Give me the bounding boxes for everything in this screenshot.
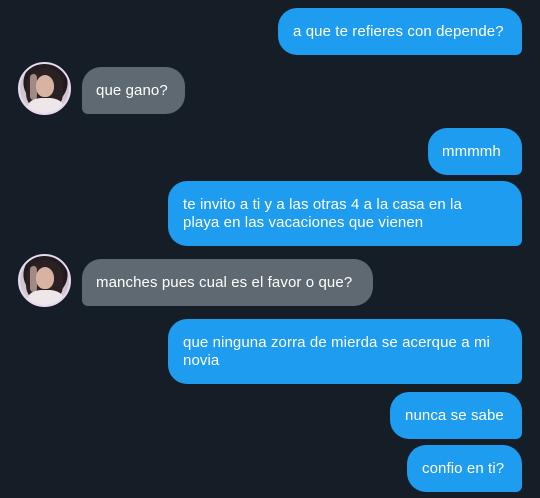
message-text-line: te invito a ti y a las otras 4 a la casa… xyxy=(183,196,462,213)
message-text: manches pues cual es el favor o que? xyxy=(96,274,353,291)
message-text-line: playa en las vacaciones que vienen xyxy=(183,214,424,231)
message-bubble-outgoing[interactable]: a que te refieres con depende? xyxy=(278,8,522,55)
message-text-line: novia xyxy=(183,352,220,369)
message-bubble-outgoing[interactable]: nunca se sabe xyxy=(390,392,522,439)
message-text: que gano? xyxy=(96,82,168,99)
message-bubble-outgoing[interactable]: confio en ti? xyxy=(407,445,522,492)
contact-avatar-icon[interactable] xyxy=(18,254,71,307)
message-bubble-incoming[interactable]: que gano? xyxy=(82,67,185,114)
message-text: confio en ti? xyxy=(422,460,505,477)
message-bubble-outgoing[interactable]: mmmmh xyxy=(428,128,522,175)
message-text-line: que ninguna zorra de mierda se acerque a… xyxy=(183,334,490,351)
contact-avatar-icon[interactable] xyxy=(18,62,71,115)
chat-thread: a que te refieres con depende? que gano?… xyxy=(0,0,540,498)
message-text: a que te refieres con depende? xyxy=(293,23,504,40)
message-text: mmmmh xyxy=(442,143,501,160)
message-bubble-outgoing[interactable]: te invito a ti y a las otras 4 a la casa… xyxy=(168,181,522,246)
message-text: nunca se sabe xyxy=(405,407,504,424)
message-bubble-incoming[interactable]: manches pues cual es el favor o que? xyxy=(82,259,373,306)
message-bubble-outgoing[interactable]: que ninguna zorra de mierda se acerque a… xyxy=(168,319,522,384)
